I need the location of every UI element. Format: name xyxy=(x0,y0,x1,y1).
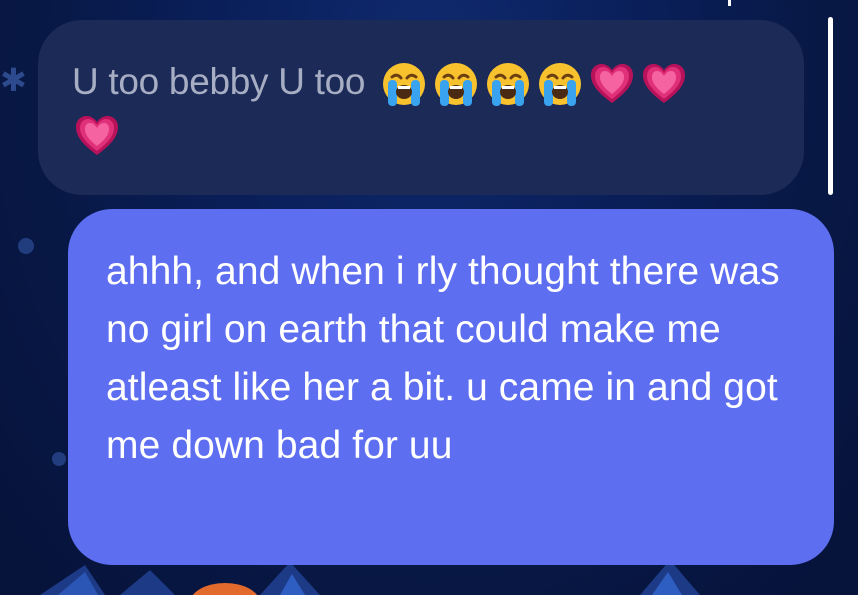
received-message-emojis xyxy=(379,59,689,109)
growing-heart-icon xyxy=(643,64,686,104)
wallpaper-mountains xyxy=(40,560,700,595)
scrollbar[interactable] xyxy=(828,17,833,195)
received-message-text: U too bebby U too xyxy=(72,61,366,102)
loudly-crying-face-icon xyxy=(383,63,426,107)
loudly-crying-face-icon xyxy=(539,63,582,107)
growing-heart-icon xyxy=(591,64,634,104)
sent-message-text: ahhh, and when i rly thought there was n… xyxy=(106,250,780,467)
loudly-crying-face-icon xyxy=(487,63,530,107)
sparkle-icon: ✱ xyxy=(0,62,27,98)
growing-heart-icon xyxy=(76,116,118,156)
loudly-crying-face-icon xyxy=(435,63,478,107)
received-message-bubble[interactable]: U too bebby U too xyxy=(38,20,804,195)
received-message-second-line xyxy=(72,111,770,166)
sent-message-bubble[interactable]: ahhh, and when i rly thought there was n… xyxy=(68,209,834,565)
wallpaper-dot xyxy=(18,238,34,254)
top-tick xyxy=(728,0,731,6)
wallpaper-dot xyxy=(52,452,66,466)
received-message-text-line: U too bebby U too xyxy=(72,57,770,109)
